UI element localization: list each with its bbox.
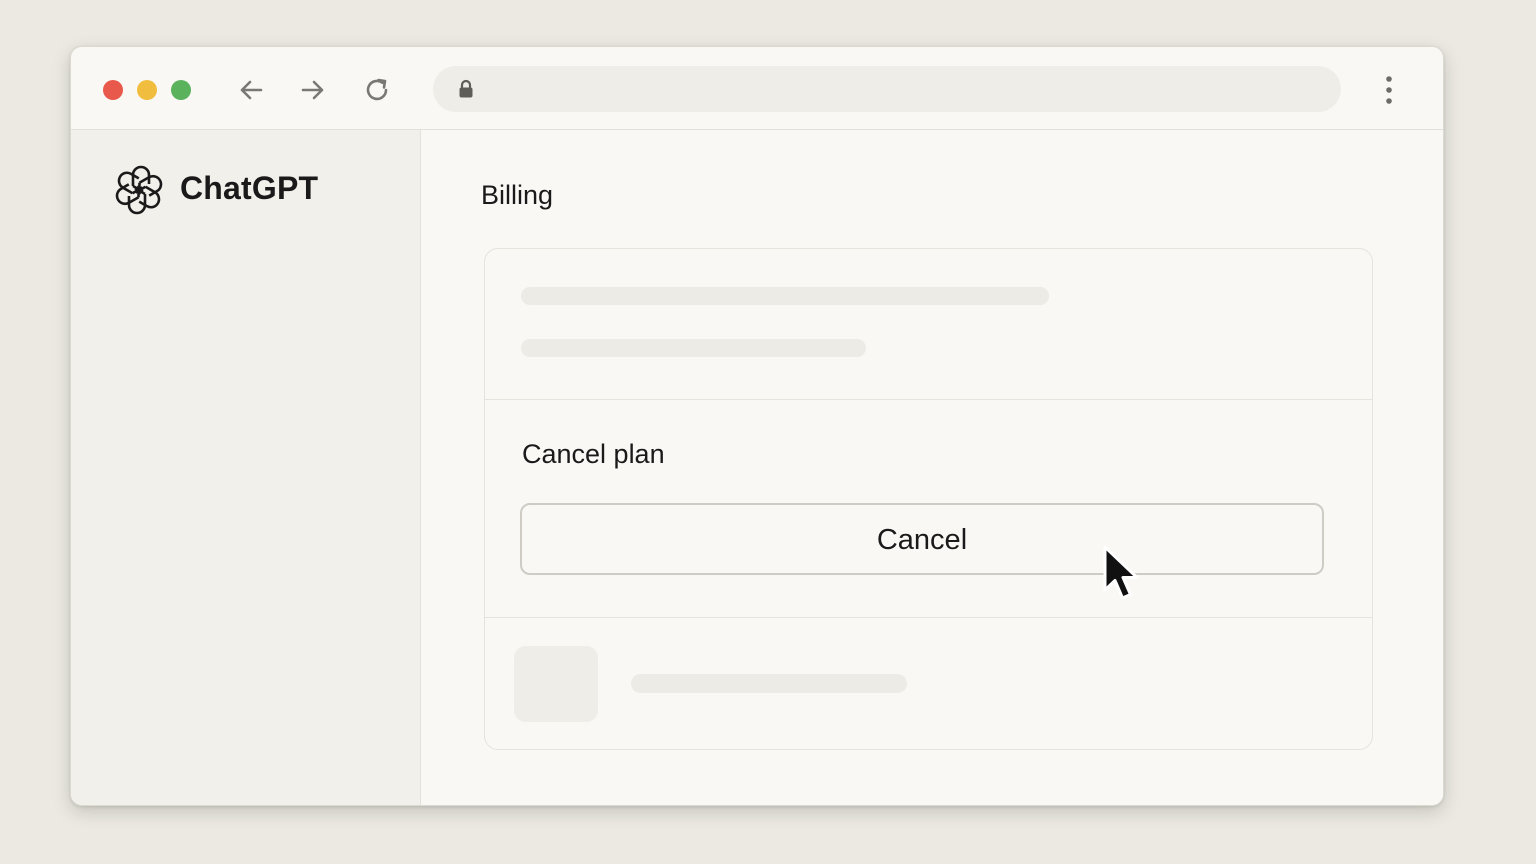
page-title: Billing (481, 180, 554, 210)
skeleton-line (521, 339, 866, 357)
kebab-menu-icon[interactable] (1377, 73, 1401, 107)
window-close-button[interactable] (103, 80, 123, 100)
cancel-plan-title: Cancel plan (522, 439, 665, 469)
reload-icon[interactable] (361, 74, 393, 106)
openai-logo-icon (113, 165, 165, 215)
brand-name: ChatGPT (180, 170, 319, 206)
lock-icon (459, 79, 473, 98)
skeleton-line (631, 674, 907, 693)
window-minimize-button[interactable] (137, 80, 157, 100)
cancel-plan-button[interactable]: Cancel (520, 503, 1324, 575)
skeleton-avatar (514, 646, 598, 722)
sidebar: ChatGPT (71, 130, 421, 805)
address-bar[interactable] (433, 66, 1341, 112)
divider (485, 617, 1372, 618)
window-maximize-button[interactable] (171, 80, 191, 100)
mouse-pointer-icon (1103, 545, 1139, 600)
desktop-background: ChatGPT Billing Cancel plan Cancel (0, 0, 1536, 864)
divider (485, 399, 1372, 400)
browser-window: ChatGPT Billing Cancel plan Cancel (70, 46, 1444, 806)
browser-toolbar (71, 47, 1443, 130)
skeleton-line (521, 287, 1049, 305)
billing-card: Cancel plan Cancel (484, 248, 1373, 750)
forward-arrow-icon[interactable] (297, 74, 329, 106)
main-content: Billing Cancel plan Cancel (421, 130, 1443, 805)
back-arrow-icon[interactable] (235, 74, 267, 106)
